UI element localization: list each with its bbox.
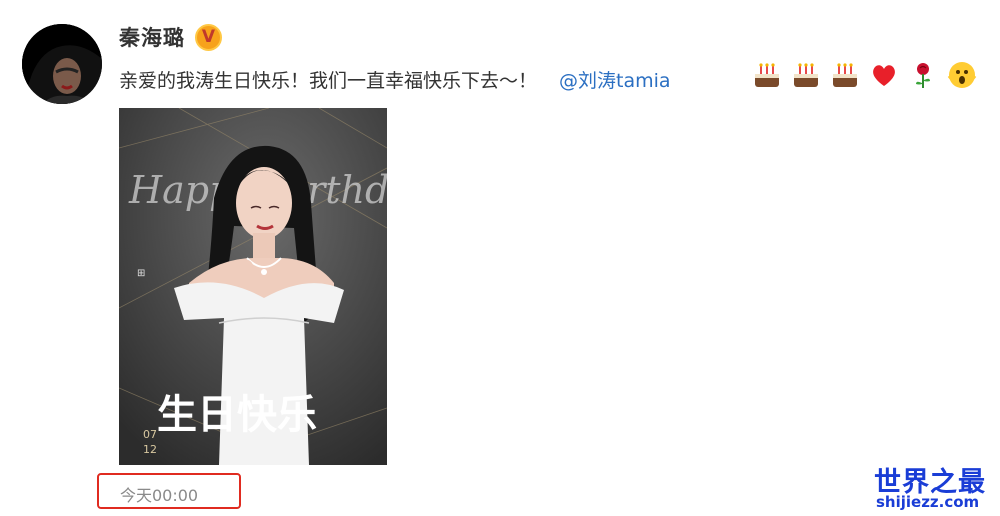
watermark-url: shijiezz.com xyxy=(876,493,980,511)
post-body: 亲爱的我涛生日快乐！我们一直幸福快乐下去～！ xyxy=(119,70,538,92)
birthday-poster: Happy Birthday ⊞ 生日快乐 07 12 xyxy=(119,108,387,465)
post-text: 亲爱的我涛生日快乐！我们一直幸福快乐下去～！ @刘涛tamia xyxy=(119,66,671,93)
avatar[interactable] xyxy=(22,24,102,104)
poster-month: 07 xyxy=(143,428,157,441)
rose-emoji-icon xyxy=(916,63,930,88)
shocked-face-emoji-icon xyxy=(947,62,977,88)
post-image[interactable]: Happy Birthday ⊞ 生日快乐 07 12 xyxy=(119,108,387,465)
mention-link[interactable]: @刘涛tamia xyxy=(559,66,671,93)
username[interactable]: 秦海璐 xyxy=(119,22,185,52)
post-timestamp[interactable]: 今天00:00 xyxy=(120,482,198,506)
poster-day: 12 xyxy=(143,443,157,456)
cake-emoji-icon xyxy=(833,63,857,87)
avatar-image xyxy=(22,24,102,104)
cake-emoji-icon xyxy=(794,63,818,87)
svg-text:⊞: ⊞ xyxy=(137,268,145,279)
heart-emoji-icon xyxy=(873,65,895,86)
cake-emoji-icon xyxy=(755,63,779,87)
emoji-row xyxy=(752,60,977,90)
poster-caption: 生日快乐 xyxy=(157,391,317,438)
verified-badge-icon: V xyxy=(195,24,222,51)
